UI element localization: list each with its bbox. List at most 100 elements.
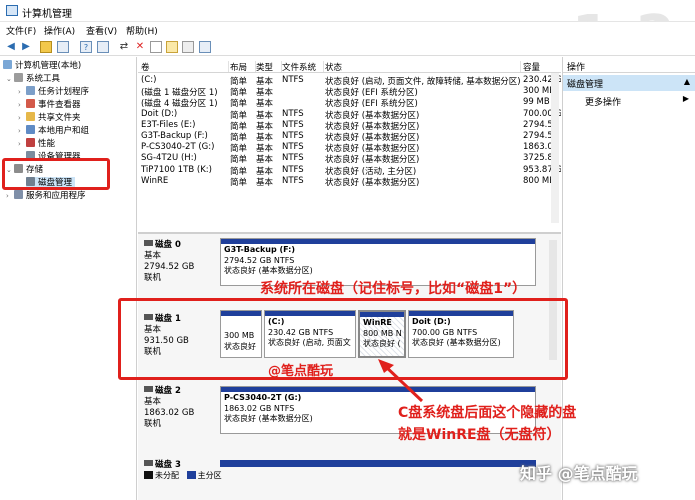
table-cell: 简单	[230, 177, 248, 188]
column-filesystem[interactable]: 文件系统	[282, 61, 324, 73]
chevron-right-icon[interactable]: ›	[18, 86, 26, 98]
annotation-winre-note-2: 就是WinRE盘（无盘符）	[398, 427, 561, 443]
disk3-partition-bar[interactable]	[220, 460, 536, 467]
menu-view[interactable]: 查看(V)	[86, 24, 117, 37]
table-cell: Doit (D:)	[141, 108, 178, 119]
table-cell: (磁盘 1 磁盘分区 1)	[141, 88, 218, 99]
tree-root[interactable]: 计算机管理(本地)	[3, 60, 81, 72]
services-icon	[14, 190, 23, 199]
connect-icon[interactable]: ⇄	[118, 41, 130, 53]
table-cell: 状态良好 (基本数据分区)	[325, 121, 420, 132]
table-cell: 基本	[256, 99, 274, 110]
table-row[interactable]: Doit (D:) 简单 基本 NTFS 状态良好 (基本数据分区) 700.00 G	[138, 108, 561, 121]
table-cell: NTFS	[282, 142, 304, 153]
disk-icon	[144, 386, 153, 392]
tree-system-tools[interactable]: ⌄ 系统工具	[6, 73, 60, 85]
delete-icon[interactable]: ✕	[134, 41, 146, 53]
annotation-winre-note-1: C盘系统盘后面这个隐藏的盘	[398, 405, 577, 421]
table-cell: 状态良好 (基本数据分区)	[325, 110, 420, 121]
chevron-down-icon[interactable]: ⌄	[6, 73, 14, 85]
tree-local-users[interactable]: › 本地用户和组	[18, 125, 89, 137]
legend: 未分配 主分区	[144, 470, 222, 481]
table-row[interactable]: G3T-Backup (F:) 简单 基本 NTFS 状态良好 (基本数据分区) 2794…	[138, 131, 561, 143]
table-cell: NTFS	[282, 119, 304, 130]
table-cell: NTFS	[282, 108, 304, 119]
table-cell: 状态良好 (基本数据分区)	[325, 155, 420, 166]
forward-icon[interactable]: ▶	[20, 41, 32, 53]
legend-primary-swatch	[186, 471, 196, 479]
chevron-right-icon[interactable]: ›	[18, 125, 26, 137]
table-row[interactable]: TiP7100 1TB (K:) 简单 基本 NTFS 状态良好 (活动, 主分区) 95…	[138, 164, 561, 177]
table-cell: (C:)	[141, 75, 157, 85]
table-row[interactable]: (磁盘 1 磁盘分区 1) 简单 基本 状态良好 (EFI 系统分区) 300 MB	[138, 86, 561, 99]
column-status[interactable]: 状态	[325, 61, 521, 73]
column-capacity[interactable]: 容量	[523, 61, 561, 73]
menu-help[interactable]: 帮助(H)	[126, 24, 158, 37]
navigation-tree: 计算机管理(本地) ⌄ 系统工具 › 任务计划程序 › 事件查看器 › 共享文件夹 › 本…	[0, 57, 137, 500]
table-cell: 简单	[230, 166, 248, 177]
check-disk-icon[interactable]	[150, 41, 162, 53]
window-title: 计算机管理	[22, 9, 72, 20]
performance-icon	[26, 138, 35, 147]
show-hide-tree-icon[interactable]	[57, 41, 69, 53]
annotation-author: @笔点酷玩	[268, 364, 334, 379]
toolbar: ◀ ▶ ? ⇄ ✕	[0, 38, 695, 56]
column-type[interactable]: 类型	[256, 61, 282, 73]
actions-panel: 操作 磁盘管理 ▲ 更多操作 ▶	[562, 57, 695, 500]
properties-icon[interactable]	[97, 41, 109, 53]
chevron-right-icon[interactable]: ›	[6, 190, 14, 202]
menu-bar: 文件(F) 操作(A) 查看(V) 帮助(H)	[0, 22, 695, 38]
tree-shared-folders[interactable]: › 共享文件夹	[18, 112, 81, 124]
tree-performance[interactable]: › 性能	[18, 138, 55, 150]
column-volume[interactable]: 卷	[141, 61, 229, 73]
help-icon[interactable]: ?	[80, 41, 92, 53]
table-cell: 基本	[256, 77, 274, 87]
menu-file[interactable]: 文件(F)	[6, 24, 36, 37]
table-cell: 简单	[230, 155, 248, 166]
table-row[interactable]: (C:) 简单 基本 NTFS 状态良好 (启动, 页面文件, 故障转储, 基本数据分区…	[138, 75, 561, 87]
view-icon[interactable]	[199, 41, 211, 53]
search-icon[interactable]	[182, 41, 194, 53]
chevron-right-icon[interactable]: ›	[18, 112, 26, 124]
table-cell: P-CS3040-2T (G:)	[141, 142, 215, 153]
folder-icon	[26, 112, 35, 121]
folder-up-icon[interactable]	[40, 41, 52, 53]
table-cell: 简单	[230, 99, 248, 110]
tree-event-viewer[interactable]: › 事件查看器	[18, 99, 81, 111]
volume-table-header: 卷 布局 类型 文件系统 状态 容量	[138, 59, 561, 73]
table-row[interactable]: (磁盘 4 磁盘分区 1) 简单 基本 状态良好 (EFI 系统分区) 99 MB	[138, 97, 561, 110]
chevron-right-icon[interactable]: ▶	[683, 94, 689, 103]
back-icon[interactable]: ◀	[5, 41, 17, 53]
table-cell: NTFS	[282, 153, 304, 164]
table-cell: 基本	[256, 121, 274, 132]
annotation-arrow	[378, 359, 424, 403]
table-cell: 基本	[256, 177, 274, 188]
column-layout[interactable]: 布局	[230, 61, 256, 73]
disk2-label[interactable]: 磁盘 2 基本 1863.02 GB 联机	[144, 386, 194, 430]
table-cell: 状态良好 (基本数据分区)	[325, 177, 420, 188]
new-volume-icon[interactable]	[166, 41, 178, 53]
tools-icon	[14, 73, 23, 82]
volume-list-scrollbar[interactable]	[551, 73, 559, 223]
legend-unallocated-swatch	[144, 471, 153, 479]
table-cell: NTFS	[282, 131, 304, 141]
tree-task-scheduler[interactable]: › 任务计划程序	[18, 86, 89, 98]
disk0-label[interactable]: 磁盘 0 基本 2794.52 GB 联机	[144, 240, 194, 284]
actions-disk-management[interactable]: 磁盘管理 ▲	[563, 75, 695, 91]
table-cell: NTFS	[282, 164, 304, 175]
chevron-right-icon[interactable]: ›	[18, 99, 26, 111]
table-cell: (磁盘 4 磁盘分区 1)	[141, 99, 218, 110]
table-cell: 简单	[230, 77, 248, 87]
table-row[interactable]: P-CS3040-2T (G:) 简单 基本 NTFS 状态良好 (基本数据分区) 186…	[138, 142, 561, 155]
table-cell: 状态良好 (基本数据分区)	[325, 144, 420, 155]
menu-action[interactable]: 操作(A)	[44, 24, 75, 37]
tree-services[interactable]: › 服务和应用程序	[6, 190, 86, 202]
table-row[interactable]: WinRE 简单 基本 NTFS 状态良好 (基本数据分区) 800 MB	[138, 175, 561, 188]
chevron-right-icon[interactable]: ›	[18, 138, 26, 150]
more-actions[interactable]: 更多操作	[585, 95, 621, 108]
table-row[interactable]: E3T-Files (E:) 简单 基本 NTFS 状态良好 (基本数据分区) 2794.…	[138, 119, 561, 132]
collapse-icon[interactable]: ▲	[684, 77, 690, 86]
table-row[interactable]: SG-4T2U (H:) 简单 基本 NTFS 状态良好 (基本数据分区) 3725.80	[138, 153, 561, 166]
table-cell: NTFS	[282, 175, 304, 186]
table-cell: 基本	[256, 166, 274, 177]
